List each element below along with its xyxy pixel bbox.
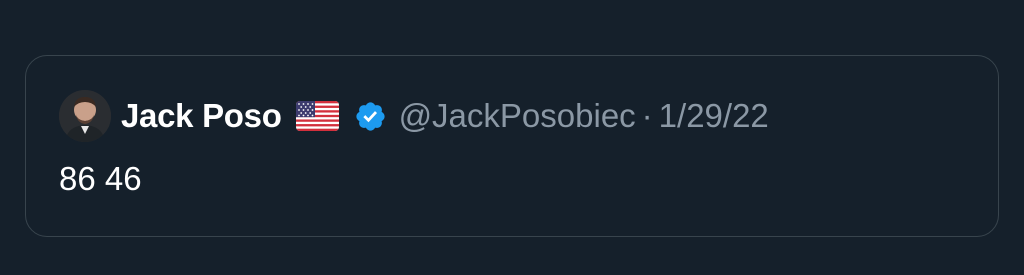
avatar[interactable] — [59, 90, 111, 142]
tweet-text: 86 46 — [59, 160, 142, 197]
verified-badge-icon[interactable] — [354, 100, 387, 133]
us-flag-icon — [295, 101, 339, 131]
quoted-tweet-card[interactable]: Jack Poso @JackPosobiec · 1/29/22 86 46 — [25, 55, 999, 237]
tweet-header: Jack Poso @JackPosobiec · 1/29/22 — [59, 87, 769, 145]
separator-dot: · — [641, 97, 653, 134]
display-name[interactable]: Jack Poso — [121, 97, 282, 135]
tweet-date[interactable]: 1/29/22 — [659, 97, 769, 135]
user-handle[interactable]: @JackPosobiec — [399, 97, 636, 135]
page: Jack Poso @JackPosobiec · 1/29/22 86 46 — [0, 0, 1024, 275]
